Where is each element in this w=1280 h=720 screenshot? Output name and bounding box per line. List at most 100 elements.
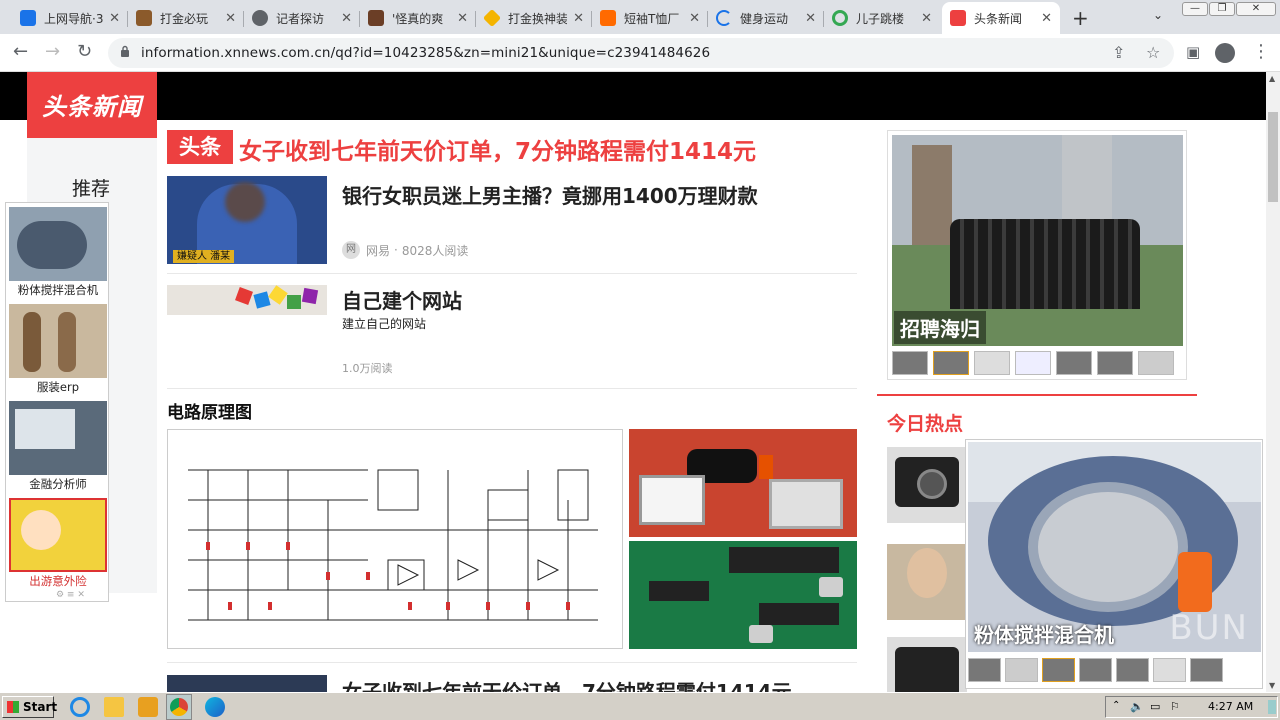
- vertical-scrollbar[interactable]: ▲ ▼: [1266, 72, 1280, 692]
- kebab-menu-icon[interactable]: ⋮: [1252, 41, 1270, 62]
- ad-thumb[interactable]: [1042, 658, 1075, 682]
- start-button[interactable]: Start: [2, 696, 57, 718]
- address-bar[interactable]: information.xnnews.com.cn/qd?id=10423285…: [108, 38, 1174, 68]
- section-title[interactable]: 电路原理图: [167, 398, 252, 423]
- tab-favicon-icon: [600, 10, 616, 26]
- minimize-button[interactable]: —: [1182, 2, 1208, 16]
- side-panel-icon[interactable]: ▣: [1186, 43, 1200, 61]
- edge-icon[interactable]: [205, 697, 225, 717]
- ad-label[interactable]: 服装erp: [9, 379, 107, 395]
- headline-title[interactable]: 女子收到七年前天价订单，7分钟路程需付1414元: [239, 132, 756, 166]
- flag-icon[interactable]: ⚐: [1170, 700, 1180, 713]
- tab-search-chevron-icon[interactable]: ⌄: [1153, 8, 1163, 22]
- tab-9-active[interactable]: 头条新闻 ✕: [942, 2, 1060, 34]
- circuit-diagram-image[interactable]: [167, 429, 623, 649]
- tab-close-icon[interactable]: ✕: [457, 11, 468, 26]
- ad-thumb[interactable]: [1190, 658, 1223, 682]
- tab-close-icon[interactable]: ✕: [1041, 11, 1052, 26]
- close-window-button[interactable]: ✕: [1236, 2, 1276, 16]
- tab-1[interactable]: 上网导航·3 ✕: [12, 4, 128, 32]
- forward-arrow-icon[interactable]: →: [45, 41, 60, 62]
- tab-close-icon[interactable]: ✕: [573, 11, 584, 26]
- tab-close-icon[interactable]: ✕: [109, 11, 120, 26]
- ad-item[interactable]: 服装erp: [9, 304, 107, 395]
- chrome-taskbar-button[interactable]: [166, 694, 192, 720]
- slider-thumb[interactable]: [1015, 351, 1051, 375]
- share-icon[interactable]: ⇪: [1112, 43, 1125, 62]
- globe-icon: [252, 10, 268, 26]
- ad-label[interactable]: 出游意外险: [9, 573, 107, 589]
- tab-close-icon[interactable]: ✕: [805, 11, 816, 26]
- ad-item[interactable]: 粉体搅拌混合机: [9, 207, 107, 298]
- hot-item-thumbnail[interactable]: [887, 544, 967, 620]
- ad-close-controls[interactable]: ⚙ ≡ ✕: [56, 590, 85, 600]
- bookmark-star-icon[interactable]: ☆: [1146, 43, 1160, 62]
- tray-expand-icon[interactable]: ⌃: [1112, 700, 1120, 711]
- article-item[interactable]: 嫌疑人 潘某 银行女职员迷上男主播？竟挪用1400万理财款 网 网易 · 802…: [167, 174, 857, 274]
- scrollbar-thumb[interactable]: [1268, 112, 1278, 202]
- tab-8[interactable]: 儿子跳楼 ✕: [824, 4, 940, 32]
- article-thumbnail[interactable]: [167, 675, 327, 692]
- nav-item-recommend[interactable]: 推荐: [72, 174, 110, 201]
- speaker-icon[interactable]: 🔈: [1130, 700, 1144, 713]
- tab-close-icon[interactable]: ✕: [341, 11, 352, 26]
- right-floating-ad[interactable]: BUN 粉体搅拌混合机: [965, 439, 1263, 689]
- profile-avatar-icon[interactable]: [1215, 42, 1235, 63]
- ad-image[interactable]: [9, 207, 107, 281]
- tab-close-icon[interactable]: ✕: [921, 11, 932, 26]
- ad-image[interactable]: [9, 304, 107, 378]
- article-title[interactable]: 自己建个网站: [342, 285, 462, 314]
- tab-6[interactable]: 短袖T恤厂 ✕: [592, 4, 708, 32]
- article-thumbnail[interactable]: 嫌疑人 潘某: [167, 176, 327, 264]
- new-tab-button[interactable]: +: [1072, 6, 1089, 30]
- equipment-case-image[interactable]: [629, 429, 857, 537]
- tab-2[interactable]: 打金必玩 ✕: [128, 4, 244, 32]
- slider-thumb[interactable]: [1138, 351, 1174, 375]
- tab-7[interactable]: 健身运动 ✕: [708, 4, 824, 32]
- media-player-icon[interactable]: [138, 697, 158, 717]
- network-icon[interactable]: ▭: [1150, 700, 1160, 713]
- article-thumbnail[interactable]: [167, 285, 327, 315]
- ad-item[interactable]: 出游意外险: [9, 498, 107, 589]
- ad-label[interactable]: 金融分析师: [9, 476, 107, 492]
- tab-5[interactable]: 打金换神装 ✕: [476, 4, 592, 32]
- folder-icon[interactable]: [104, 697, 124, 717]
- hot-item-thumbnail[interactable]: [887, 637, 967, 692]
- left-floating-ad[interactable]: 粉体搅拌混合机 服装erp 金融分析师 出游意外险 ⚙ ≡ ✕: [5, 202, 109, 602]
- ad-main-image[interactable]: BUN 粉体搅拌混合机: [968, 442, 1261, 652]
- ad-image[interactable]: [9, 498, 107, 572]
- slider-thumb[interactable]: [933, 351, 969, 375]
- ad-thumb[interactable]: [1079, 658, 1112, 682]
- site-logo[interactable]: 头条新闻: [27, 72, 157, 138]
- ad-image[interactable]: [9, 401, 107, 475]
- ad-thumb[interactable]: [1153, 658, 1186, 682]
- hot-item-thumbnail[interactable]: [887, 447, 967, 523]
- ad-thumb[interactable]: [1116, 658, 1149, 682]
- tab-close-icon[interactable]: ✕: [689, 11, 700, 26]
- slider-thumb[interactable]: [1097, 351, 1133, 375]
- article-item[interactable]: 自己建个网站 建立自己的网站 1.0万阅读: [167, 275, 857, 389]
- slider-thumb[interactable]: [974, 351, 1010, 375]
- ie-icon[interactable]: [70, 697, 90, 717]
- ad-thumb[interactable]: [1005, 658, 1038, 682]
- back-arrow-icon[interactable]: ←: [13, 41, 28, 62]
- ad-thumb[interactable]: [968, 658, 1001, 682]
- scroll-down-icon[interactable]: ▼: [1269, 681, 1275, 690]
- article-title[interactable]: 银行女职员迷上男主播？竟挪用1400万理财款: [342, 180, 758, 209]
- taskbar-clock[interactable]: 4:27 AM: [1208, 700, 1253, 713]
- ad-item[interactable]: 金融分析师: [9, 401, 107, 492]
- slider-main-image[interactable]: 招聘海归: [892, 135, 1183, 346]
- circuit-board-image[interactable]: [629, 541, 857, 649]
- tab-4[interactable]: '怪真的爽 ✕: [360, 4, 476, 32]
- reload-icon[interactable]: ↻: [77, 41, 92, 62]
- tab-close-icon[interactable]: ✕: [225, 11, 236, 26]
- scroll-up-icon[interactable]: ▲: [1269, 74, 1275, 83]
- photo-slider[interactable]: 招聘海归: [887, 130, 1187, 380]
- slider-thumb[interactable]: [1056, 351, 1092, 375]
- show-desktop-icon[interactable]: [1268, 700, 1276, 714]
- ad-label[interactable]: 粉体搅拌混合机: [9, 282, 107, 298]
- tab-3[interactable]: 记者探访 ✕: [244, 4, 360, 32]
- slider-thumb[interactable]: [892, 351, 928, 375]
- article-title[interactable]: 女子收到七年前天价订单，7分钟路程需付1414元: [342, 676, 792, 692]
- restore-button[interactable]: ❐: [1209, 2, 1235, 16]
